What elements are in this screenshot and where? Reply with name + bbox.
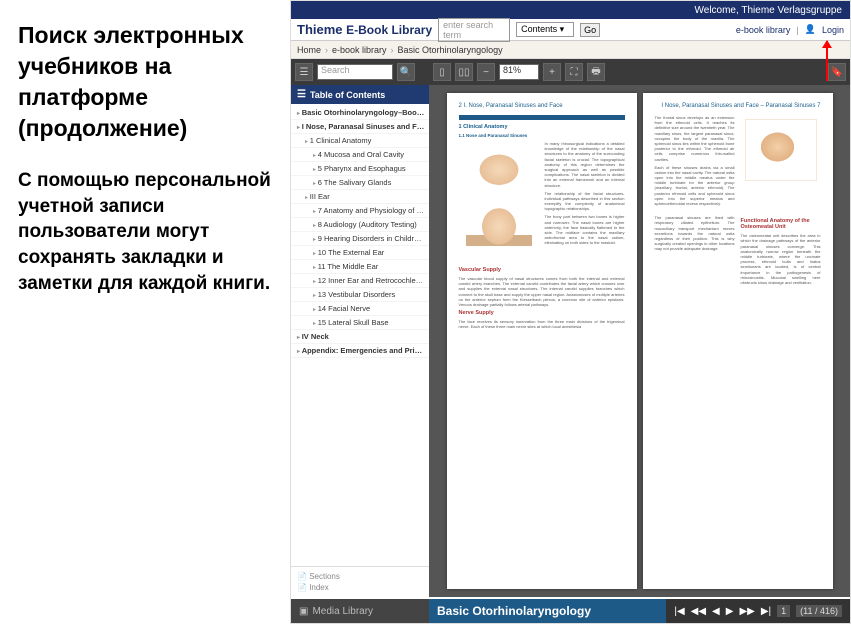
- last-page-button[interactable]: ▶|: [761, 606, 771, 617]
- zoom-in-button[interactable]: +: [543, 63, 561, 81]
- toc-item[interactable]: 12 Inner Ear and Retrocochlear Diso: [291, 274, 429, 288]
- section-heading: Functional Anatomy of the Osteomeatal Un…: [741, 218, 821, 230]
- toc-item[interactable]: 4 Mucosa and Oral Cavity: [291, 148, 429, 162]
- toc-toggle-button[interactable]: ☰: [295, 63, 313, 81]
- zoom-out-button[interactable]: −: [477, 63, 495, 81]
- search-button[interactable]: 🔍: [397, 63, 415, 81]
- forward-button[interactable]: ▶: [726, 606, 734, 617]
- toc-item[interactable]: Appendix: Emergencies and Primary Mea: [291, 344, 429, 358]
- toc-item[interactable]: 13 Vestibular Disorders: [291, 288, 429, 302]
- person-icon: 👤: [805, 24, 816, 35]
- brand-row: Thieme E-Book Library enter search term …: [291, 19, 850, 41]
- welcome-bar: Welcome, Thieme Verlagsgruppe: [291, 1, 850, 19]
- slide-left-text: Поиск электронных учебников на платформе…: [0, 0, 290, 624]
- toc-item[interactable]: 9 Hearing Disorders in Children—Pedi: [291, 232, 429, 246]
- toc-item[interactable]: 10 The External Ear: [291, 246, 429, 260]
- annotation-arrow: [826, 41, 828, 81]
- page-number[interactable]: 1: [777, 605, 790, 617]
- toc-item[interactable]: 11 The Middle Ear: [291, 260, 429, 274]
- crumb-lib[interactable]: e-book library: [332, 45, 387, 55]
- toc-item[interactable]: 1 Clinical Anatomy: [291, 134, 429, 148]
- bookmark-button[interactable]: 🔖: [828, 63, 846, 81]
- page-nav: |◀ ◀◀ ◀ ▶ ▶▶ ▶| 1 (11 / 416): [666, 599, 850, 623]
- reader-toolbar: ☰ Search 🔍 ▯ ▯▯ − 81% + ⛶ 🖶 🔖: [291, 59, 850, 85]
- print-button[interactable]: 🖶: [587, 63, 605, 81]
- section-heading: Vascular Supply: [459, 267, 625, 273]
- slide-title: Поиск электронных учебников на платформе…: [18, 20, 272, 144]
- toc-header: Table of Contents: [291, 85, 429, 104]
- toc-tree: Basic Otorhinolaryngology–Book Info I No…: [291, 104, 429, 566]
- index-link[interactable]: 📄 Index: [297, 582, 423, 593]
- ear-anatomy-illustration: [745, 119, 817, 181]
- sidebar: Table of Contents Basic Otorhinolaryngol…: [291, 85, 429, 597]
- skull-side-illustration: [466, 204, 532, 260]
- breadcrumb: Home › e-book library › Basic Otorhinola…: [291, 41, 850, 59]
- prev-page-button[interactable]: ◀◀: [691, 606, 706, 617]
- toc-item[interactable]: 8 Audiology (Auditory Testing): [291, 218, 429, 232]
- divider: |: [796, 25, 798, 35]
- toc-item[interactable]: 5 Pharynx and Esophagus: [291, 162, 429, 176]
- next-page-button[interactable]: ▶▶: [739, 606, 754, 617]
- double-page-button[interactable]: ▯▯: [455, 63, 473, 81]
- reader-search-input[interactable]: Search: [317, 64, 393, 80]
- media-library-button[interactable]: ▣ Media Library: [291, 599, 429, 623]
- toc-item[interactable]: Basic Otorhinolaryngology–Book Info: [291, 106, 429, 120]
- section-heading: Nerve Supply: [459, 310, 625, 316]
- welcome-text: Welcome, Thieme Verlagsgruppe: [695, 5, 843, 16]
- page-spread: 2 I. Nose, Paranasal Sinuses and Face 1 …: [429, 85, 850, 597]
- zoom-level[interactable]: 81%: [499, 64, 539, 80]
- scope-select[interactable]: Contents ▾: [516, 22, 574, 37]
- slide-body: С помощью персональной учетной записи по…: [18, 168, 272, 296]
- crumb-book[interactable]: Basic Otorhinolaryngology: [398, 45, 503, 55]
- brand-logo: Thieme E-Book Library: [297, 22, 432, 37]
- toc-item[interactable]: I Nose, Paranasal Sinuses and Face: [291, 120, 429, 134]
- toc-item[interactable]: III Ear: [291, 190, 429, 204]
- right-page[interactable]: I Nose, Paranasal Sinuses and Face – Par…: [643, 93, 833, 589]
- fit-button[interactable]: ⛶: [565, 63, 583, 81]
- bottom-bar: ▣ Media Library Basic Otorhinolaryngolog…: [291, 599, 850, 623]
- sections-link[interactable]: 📄 Sections: [297, 571, 423, 582]
- toc-item[interactable]: 15 Lateral Skull Base: [291, 316, 429, 330]
- top-search-input[interactable]: enter search term: [438, 18, 510, 42]
- left-page[interactable]: 2 I. Nose, Paranasal Sinuses and Face 1 …: [447, 93, 637, 589]
- go-button[interactable]: Go: [580, 23, 600, 37]
- chapter-bar: [459, 115, 625, 120]
- back-button[interactable]: ◀: [712, 606, 720, 617]
- single-page-button[interactable]: ▯: [433, 63, 451, 81]
- toc-item[interactable]: IV Neck: [291, 330, 429, 344]
- login-link[interactable]: Login: [822, 25, 844, 35]
- toc-item[interactable]: 6 The Salivary Glands: [291, 176, 429, 190]
- toc-item[interactable]: 7 Anatomy and Physiology of the Ear: [291, 204, 429, 218]
- first-page-button[interactable]: |◀: [674, 606, 684, 617]
- skull-front-illustration: [464, 145, 534, 200]
- media-icon: ▣: [299, 606, 308, 617]
- ebook-library-link[interactable]: e-book library: [736, 25, 791, 35]
- book-title-bar: Basic Otorhinolaryngology: [429, 599, 666, 623]
- app-window: Welcome, Thieme Verlagsgruppe Thieme E-B…: [290, 0, 851, 624]
- page-indicator: (11 / 416): [796, 605, 842, 617]
- crumb-home[interactable]: Home: [297, 45, 321, 55]
- sidebar-extras: 📄 Sections 📄 Index: [291, 566, 429, 597]
- toc-item[interactable]: 14 Facial Nerve: [291, 302, 429, 316]
